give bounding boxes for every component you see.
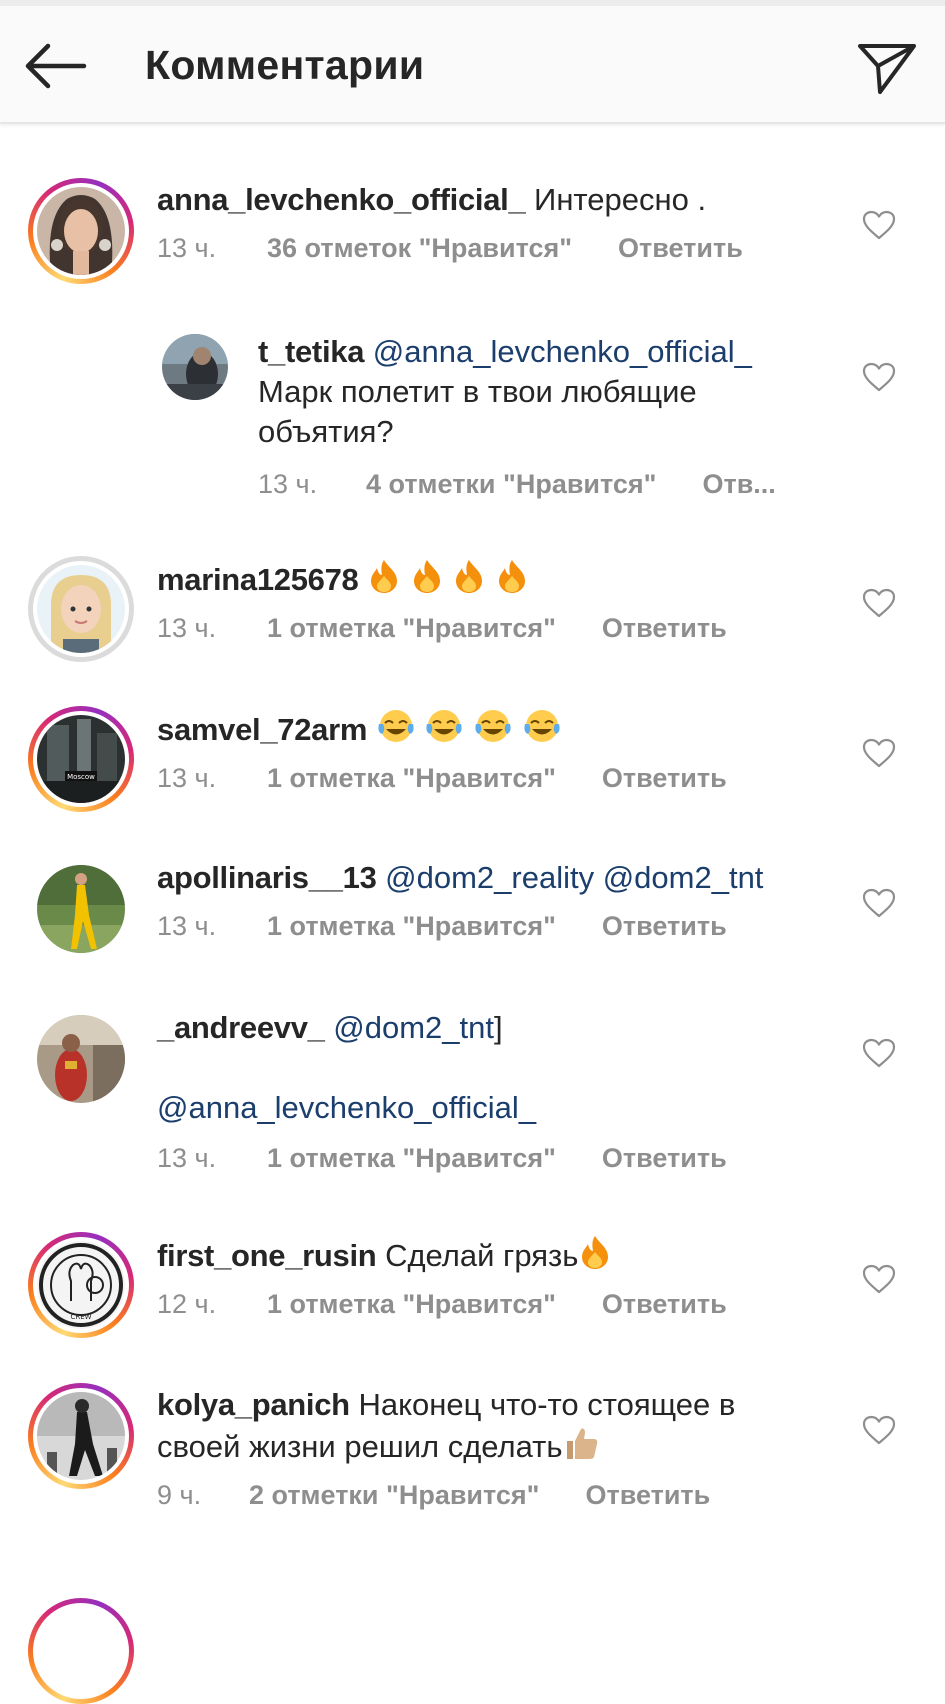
comment-text: ] — [493, 1010, 503, 1045]
heart-icon[interactable] — [862, 1264, 896, 1294]
heart-icon[interactable] — [862, 1415, 896, 1445]
reply-button[interactable]: Ответить — [602, 1140, 727, 1176]
back-button[interactable] — [22, 36, 92, 96]
reply-button[interactable]: Ответить — [602, 760, 727, 796]
comment-time: 13 ч. — [157, 1143, 217, 1173]
avatar[interactable] — [28, 556, 134, 662]
heart-icon[interactable] — [862, 888, 896, 918]
avatar[interactable] — [28, 1383, 134, 1489]
tears-of-joy-emoji — [378, 710, 414, 742]
fire-emoji — [582, 1236, 609, 1269]
comment-time: 12 ч. — [157, 1289, 217, 1319]
heart-icon[interactable] — [862, 738, 896, 768]
avatar-photo: Moscow — [37, 715, 125, 803]
avatar-photo — [37, 565, 125, 653]
comment-text: Наконец что-то стоящее в — [358, 1387, 736, 1422]
comment-text: Марк полетит в твои любящие — [258, 374, 697, 409]
avatar-caption: Moscow — [67, 773, 95, 781]
likes-count[interactable]: 4 отметки "Нравится" — [366, 466, 656, 502]
likes-count[interactable]: 1 отметка "Нравится" — [267, 908, 556, 944]
avatar-photo: CREW — [37, 1241, 125, 1329]
avatar-photo — [37, 187, 125, 275]
avatar[interactable] — [28, 1598, 134, 1704]
heart-icon[interactable] — [862, 362, 896, 392]
avatar-photo — [37, 865, 125, 953]
avatar[interactable] — [162, 334, 228, 400]
comment-time: 13 ч. — [258, 469, 318, 499]
fire-emoji — [499, 560, 526, 593]
avatar-photo — [37, 1015, 125, 1103]
fire-emoji — [456, 560, 483, 593]
share-button[interactable] — [856, 38, 918, 98]
likes-count[interactable]: 2 отметки "Нравится" — [249, 1477, 539, 1513]
heart-icon[interactable] — [862, 588, 896, 618]
top-bar: Комментарии — [0, 6, 945, 124]
avatar-caption: CREW — [70, 1313, 91, 1321]
paper-plane-icon — [858, 44, 916, 94]
avatar[interactable]: Moscow — [28, 706, 134, 812]
tears-of-joy-emoji — [524, 710, 560, 742]
comment-username[interactable]: kolya_panich — [157, 1387, 350, 1422]
reply-button[interactable]: Ответить — [602, 610, 727, 646]
tears-of-joy-emoji — [475, 710, 511, 742]
comment-username[interactable]: apollinaris__13 — [157, 860, 377, 895]
reply-button[interactable]: Ответить — [618, 230, 743, 266]
mention-link[interactable]: @anna_levchenko_official_ — [157, 1090, 536, 1125]
comment-time: 13 ч. — [157, 763, 217, 793]
comment-username[interactable]: _andreevv_ — [157, 1010, 325, 1045]
likes-count[interactable]: 1 отметка "Нравится" — [267, 610, 556, 646]
fire-emoji — [413, 560, 440, 593]
comment-time: 13 ч. — [157, 911, 217, 941]
tears-of-joy-emoji — [426, 710, 462, 742]
page-title: Комментарии — [145, 42, 425, 88]
comment-username[interactable]: first_one_rusin — [157, 1238, 377, 1273]
comment-text: Интересно . — [534, 182, 707, 217]
avatar[interactable] — [28, 178, 134, 284]
reply-button[interactable]: Ответить — [602, 1286, 727, 1322]
heart-icon[interactable] — [862, 1038, 896, 1068]
comment-username[interactable]: anna_levchenko_official_ — [157, 182, 526, 217]
fire-emoji-group — [367, 560, 529, 597]
reply-button[interactable]: Ответить — [602, 908, 727, 944]
comment-time: 13 ч. — [157, 233, 217, 263]
reply-button[interactable]: Ответить — [585, 1477, 710, 1513]
likes-count[interactable]: 1 отметка "Нравится" — [267, 1286, 556, 1322]
comment-text: Сделай грязь — [385, 1238, 579, 1273]
reply-button[interactable]: Отв... — [702, 466, 775, 502]
avatar-photo — [37, 1392, 125, 1480]
comment-username[interactable]: samvel_72arm — [157, 712, 367, 747]
comment-username[interactable]: t_tetika — [258, 334, 364, 369]
comment-username[interactable]: marina125678 — [157, 562, 359, 597]
mention-link[interactable]: @anna_levchenko_official_ — [373, 334, 752, 369]
avatar[interactable] — [28, 1006, 134, 1112]
avatar[interactable]: CREW — [28, 1232, 134, 1338]
mention-links[interactable]: @dom2_reality @dom2_tnt — [385, 860, 763, 895]
comment-text-continued: своей жизни решил сделать — [157, 1429, 563, 1464]
comment-time: 13 ч. — [157, 613, 217, 643]
comment-time: 9 ч. — [157, 1480, 202, 1510]
thumbs-up-emoji — [566, 1428, 597, 1459]
tears-of-joy-emoji-group — [376, 710, 562, 747]
mention-link[interactable]: @dom2_tnt — [333, 1010, 494, 1045]
likes-count[interactable]: 1 отметка "Нравится" — [267, 1140, 556, 1176]
avatar[interactable] — [28, 856, 134, 962]
avatar-photo — [162, 334, 228, 400]
likes-count[interactable]: 36 отметок "Нравится" — [267, 230, 572, 266]
arrow-left-icon — [25, 43, 87, 89]
fire-emoji — [371, 560, 398, 593]
likes-count[interactable]: 1 отметка "Нравится" — [267, 760, 556, 796]
comment-text-continued: объятия? — [258, 414, 394, 449]
heart-icon[interactable] — [862, 210, 896, 240]
